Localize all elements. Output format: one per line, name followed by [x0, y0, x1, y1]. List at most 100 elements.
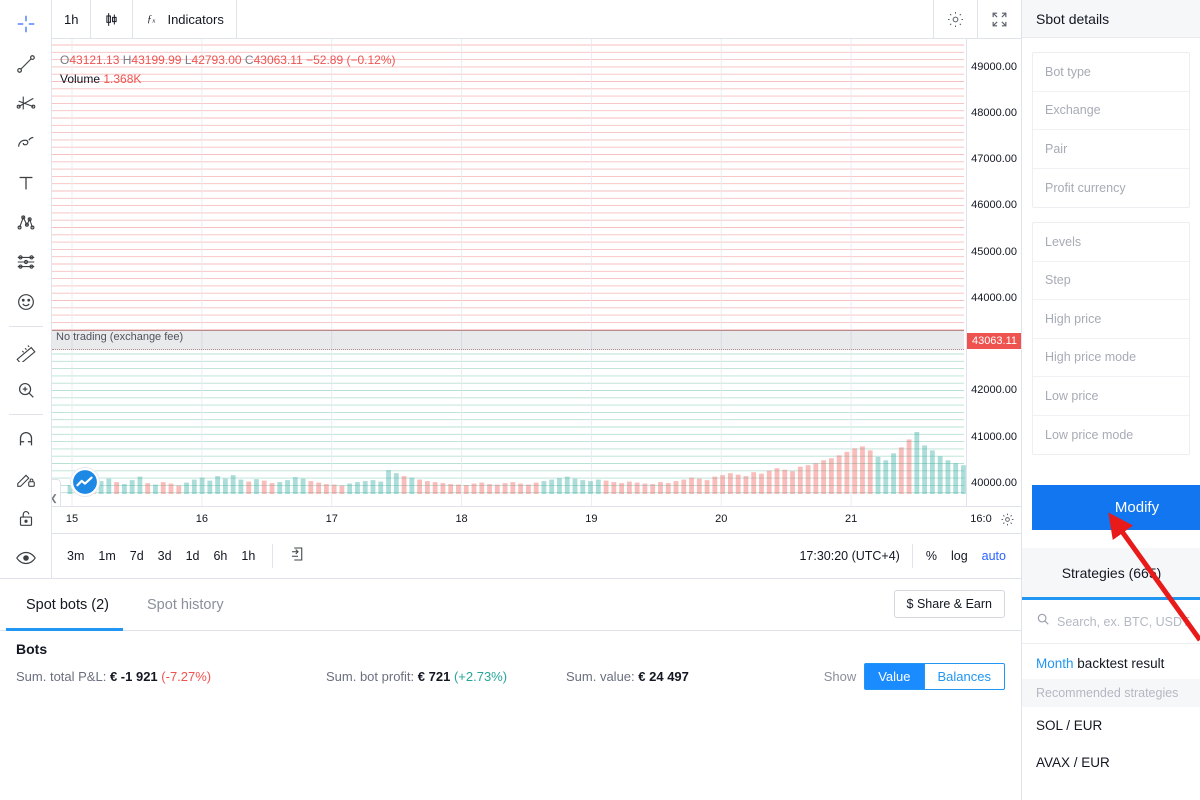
timeframe-1h[interactable]: 1h: [234, 545, 262, 567]
price-scale[interactable]: 49000.00 48000.00 47000.00 46000.00 45000.00…: [966, 39, 1022, 506]
fib-retracement-icon[interactable]: [6, 83, 46, 123]
timeframe-button[interactable]: 1h: [52, 0, 92, 38]
bot-profit-pct: (+2.73%): [453, 669, 508, 684]
show-toggle: Show Value Balances: [824, 663, 1005, 690]
log-scale-button[interactable]: log: [944, 545, 975, 567]
tab-spot-history[interactable]: Spot history: [137, 579, 234, 631]
indicators-button[interactable]: ƒ x Indicators: [133, 0, 237, 38]
sidebar-fields-group-1: Bot type Exchange Pair Profit currency: [1032, 52, 1190, 208]
bots-tabs: Spot bots (2) Spot history $ Share & Ear…: [0, 579, 1021, 631]
zoom-in-icon[interactable]: [6, 370, 46, 410]
field-step[interactable]: Step: [1033, 262, 1189, 300]
price-tick: 48000.00: [971, 106, 1017, 119]
fx-icon: ƒ x: [145, 10, 161, 29]
field-low-price-mode[interactable]: Low price mode: [1033, 416, 1189, 455]
field-levels[interactable]: Levels: [1033, 223, 1189, 262]
bots-panel: Spot bots (2) Spot history $ Share & Ear…: [0, 578, 1021, 800]
field-high-price-mode[interactable]: High price mode: [1033, 339, 1189, 377]
chart-clock: 17:30:20 (UTC+4): [799, 549, 900, 563]
current-price-tag: 43063.11: [967, 333, 1022, 350]
total-pl-value: € -1 921: [109, 669, 158, 684]
backtest-period[interactable]: Month: [1036, 656, 1074, 671]
timeframe-6h[interactable]: 6h: [206, 545, 234, 567]
magnet-icon[interactable]: [6, 419, 46, 459]
emoji-icon[interactable]: [6, 282, 46, 322]
timeframe-3m[interactable]: 3m: [60, 545, 91, 567]
measure-icon[interactable]: [6, 331, 46, 371]
trend-line-icon[interactable]: [6, 44, 46, 84]
long-position-icon[interactable]: [6, 242, 46, 282]
total-pl-label: Sum. total P&L:: [16, 669, 107, 684]
time-tick: 15: [65, 513, 79, 525]
strategy-search-placeholder: Search, ex. BTC, USDT: [1057, 614, 1190, 629]
panel-collapse-handle[interactable]: ❮: [52, 479, 61, 506]
no-trading-label: No trading (exchange fee): [56, 331, 184, 343]
candlestick-svg: [52, 39, 982, 506]
price-tick: 49000.00: [971, 60, 1017, 73]
drawing-toolbar: [0, 0, 52, 578]
field-bot-type[interactable]: Bot type: [1033, 53, 1189, 92]
tab-spot-bots[interactable]: Spot bots (2): [5, 579, 124, 631]
strategy-search-field[interactable]: Search, ex. BTC, USDT: [1022, 600, 1200, 644]
time-tick: 16:0: [970, 513, 992, 525]
chart-plot-area[interactable]: No trading (exchange fee) O43121.13 H431…: [52, 39, 1021, 506]
strategies-block: Strategies (665) Search, ex. BTC, USDT M…: [1022, 548, 1200, 781]
field-high-price[interactable]: High price: [1033, 300, 1189, 339]
summary-bot-profit: Sum. bot profit: € 721 (+2.73%): [326, 669, 566, 684]
sum-value-amount: € 24 497: [638, 669, 689, 684]
search-icon: [1036, 612, 1050, 631]
timeframe-1m[interactable]: 1m: [91, 545, 122, 567]
svg-text:ƒ: ƒ: [147, 14, 152, 25]
time-tick: 16: [195, 513, 208, 525]
sidebar-fields-group-2: Levels Step High price High price mode Low p…: [1032, 222, 1190, 455]
field-low-price[interactable]: Low price: [1033, 377, 1189, 416]
indicators-label: Indicators: [167, 11, 224, 27]
strategies-tab[interactable]: Strategies (665): [1022, 548, 1200, 600]
timeframe-7d[interactable]: 7d: [123, 545, 151, 567]
gear-icon[interactable]: [933, 0, 977, 38]
replay-icon[interactable]: [283, 541, 313, 572]
recommended-strategies-label: Recommended strategies: [1022, 679, 1200, 707]
field-pair[interactable]: Pair: [1033, 130, 1189, 169]
text-icon[interactable]: [6, 163, 46, 203]
candlestick-icon[interactable]: [91, 0, 134, 38]
backtest-text: backtest result: [1077, 656, 1165, 671]
fullscreen-icon[interactable]: [977, 0, 1021, 38]
price-tick: 41000.00: [971, 430, 1017, 443]
crosshair-icon[interactable]: [6, 4, 46, 44]
eye-icon[interactable]: [6, 538, 46, 578]
price-tick: 47000.00: [971, 153, 1017, 166]
time-tick: 18: [455, 513, 468, 525]
total-pl-pct: (-7.27%): [161, 669, 212, 684]
time-scale[interactable]: 15 16 17 18 19 20 21 16:0: [52, 506, 1021, 533]
auto-scale-button[interactable]: auto: [975, 545, 1013, 567]
share-earn-button[interactable]: $ Share & Earn: [893, 590, 1005, 618]
show-label: Show: [823, 669, 857, 684]
field-profit-currency[interactable]: Profit currency: [1033, 169, 1189, 208]
pencil-lock-icon[interactable]: [6, 459, 46, 499]
bots-summary: Bots Sum. total P&L: € -1 921 (-7.27%) S…: [0, 631, 1021, 696]
price-tick: 40000.00: [971, 476, 1017, 489]
modify-button[interactable]: Modify: [1032, 485, 1200, 530]
timeframe-list: 3m 1m 7d 3d 1d 6h 1h: [60, 545, 262, 567]
toggle-balances-button[interactable]: Balances: [923, 663, 1005, 690]
chart-toolbar: 1h ƒ x Indicators: [52, 0, 1021, 39]
timeframe-1d[interactable]: 1d: [179, 545, 207, 567]
bottombar-divider-2: [911, 544, 913, 568]
bot-profit-label: Sum. bot profit:: [326, 669, 415, 684]
strategy-item[interactable]: AVAX / EUR: [1022, 744, 1200, 781]
strategy-item[interactable]: SOL / EUR: [1022, 707, 1200, 744]
pattern-icon[interactable]: [6, 203, 46, 243]
toolbar-divider-2: [8, 414, 43, 416]
toggle-value-button[interactable]: Value: [864, 663, 924, 690]
time-scale-gear-icon[interactable]: [1000, 512, 1015, 532]
price-tick: 44000.00: [971, 291, 1017, 304]
field-exchange[interactable]: Exchange: [1033, 92, 1189, 130]
lock-icon[interactable]: [6, 499, 46, 539]
timeframe-3d[interactable]: 3d: [151, 545, 179, 567]
percent-scale-button[interactable]: %: [919, 545, 944, 567]
brush-icon[interactable]: [6, 123, 46, 163]
sum-value-label: Sum. value:: [566, 669, 635, 684]
summary-value: Sum. value: € 24 497: [566, 669, 689, 684]
